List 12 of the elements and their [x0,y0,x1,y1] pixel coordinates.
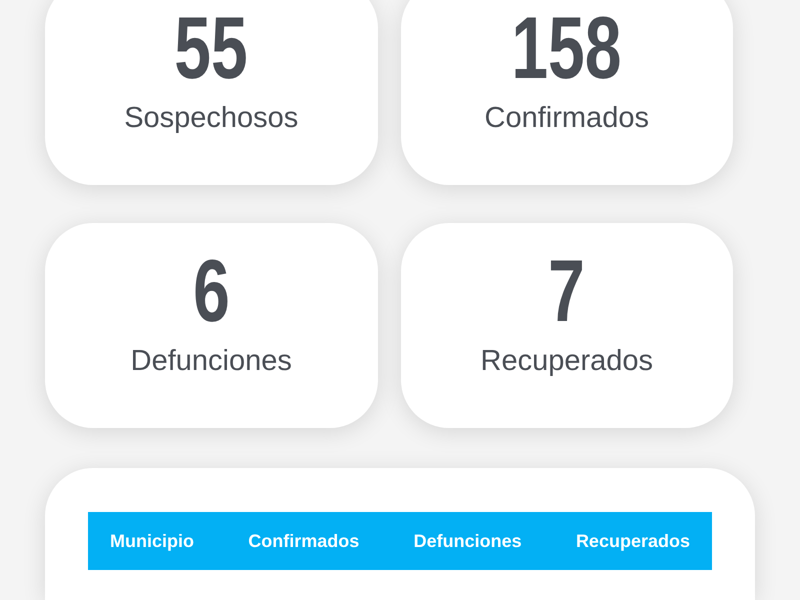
column-header: Municipio [110,530,194,553]
stat-label: Confirmados [484,101,649,136]
stat-label: Defunciones [130,344,292,379]
stat-value: 6 [192,247,230,335]
stat-value: 158 [512,4,622,92]
stat-label: Recuperados [480,344,653,379]
stat-label: Sospechosos [124,101,298,136]
column-header: Recuperados [576,530,690,553]
stat-value: 7 [548,247,586,335]
column-header: Confirmados [248,530,360,552]
column-header: Defunciones [414,530,522,552]
stat-value: 55 [174,4,248,92]
